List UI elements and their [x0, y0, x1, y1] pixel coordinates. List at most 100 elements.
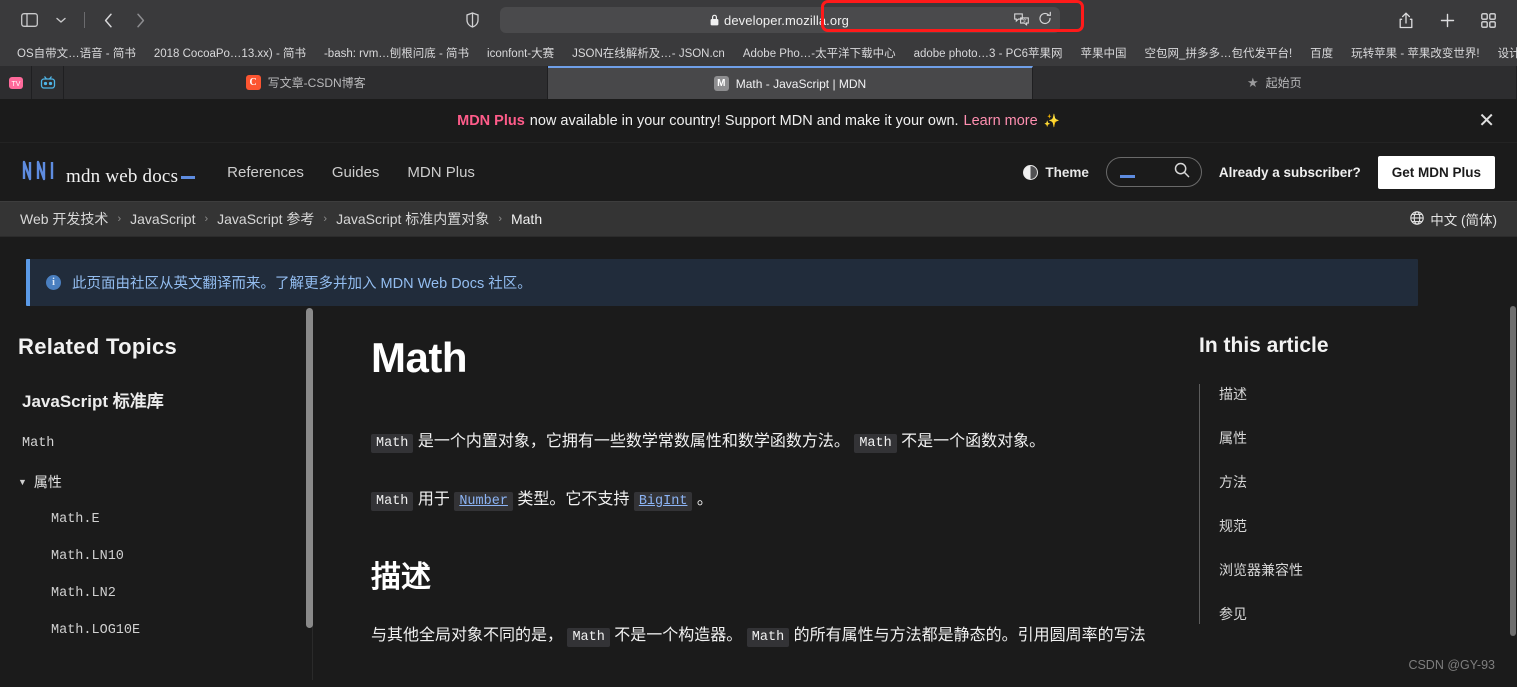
- paragraph-text: 的所有属性与方法都是静态的。引用圆周率的写法: [789, 627, 1146, 644]
- lock-icon: [710, 14, 719, 26]
- link-number[interactable]: Number: [454, 492, 513, 511]
- mdn-logo[interactable]: mdn web docs: [22, 159, 196, 186]
- breadcrumb-item-js-reference[interactable]: JavaScript 参考: [217, 209, 314, 229]
- breadcrumb-item-current: Math: [510, 211, 543, 227]
- bookmark-item[interactable]: 苹果中国: [1072, 43, 1136, 63]
- sidebar-group-label: 属性: [33, 474, 62, 490]
- nav-references[interactable]: References: [227, 164, 304, 181]
- tab-start-page[interactable]: ★ 起始页: [1032, 66, 1517, 99]
- logo-underscore: [181, 175, 196, 179]
- breadcrumb-bar: Web 开发技术 › JavaScript › JavaScript 参考 › …: [0, 201, 1517, 237]
- banner-learn-more-link[interactable]: Learn more: [964, 113, 1038, 129]
- sidebar-item-math-ln2[interactable]: Math.LN2: [51, 586, 312, 601]
- watermark: CSDN @GY-93: [1408, 658, 1495, 672]
- bookmark-item[interactable]: OS自带文…语音 - 简书: [8, 43, 145, 63]
- get-mdn-plus-button[interactable]: Get MDN Plus: [1377, 155, 1495, 189]
- translate-icon[interactable]: 文: [1013, 12, 1029, 28]
- bookmark-item[interactable]: 玩转苹果 - 苹果改变世界!: [1342, 43, 1488, 63]
- half-circle-icon: [1023, 164, 1039, 180]
- pinned-tab-1[interactable]: TV: [0, 66, 32, 99]
- paragraph-text: 不是一个函数对象。: [896, 433, 1046, 450]
- tab-grid-icon[interactable]: [1473, 7, 1503, 33]
- sidebar-item-math-ln10[interactable]: Math.LN10: [51, 549, 312, 564]
- svg-text:文: 文: [1022, 17, 1027, 24]
- sidebar-scrollbar[interactable]: [306, 308, 313, 628]
- toc-list: 描述 属性 方法 规范 浏览器兼容性 参见: [1199, 384, 1497, 624]
- toc-item-see-also[interactable]: 参见: [1219, 604, 1497, 624]
- mdn-plus-banner: MDN Plus now available in your country! …: [0, 99, 1517, 143]
- privacy-shield-icon[interactable]: [458, 7, 488, 33]
- subscriber-prompt: Already a subscriber?: [1218, 164, 1361, 180]
- toc-item-specifications[interactable]: 规范: [1219, 516, 1497, 536]
- tab-title: 写文章-CSDN博客: [267, 76, 366, 90]
- pinned-tab-2[interactable]: [32, 66, 64, 99]
- toc-item-description[interactable]: 描述: [1219, 384, 1497, 404]
- paragraph-text: 是一个内置对象，它拥有一些数学常数属性和数学函数方法。: [413, 433, 855, 450]
- close-icon[interactable]: ✕: [1478, 111, 1495, 131]
- page-content: Related Topics JavaScript 标准库 Math ▼ 属性 …: [0, 306, 1517, 680]
- sidebar-item-math-e[interactable]: Math.E: [51, 512, 312, 527]
- page-scrollbar[interactable]: [1510, 306, 1516, 636]
- nav-mdn-plus[interactable]: MDN Plus: [407, 164, 475, 181]
- toc-item-browser-compat[interactable]: 浏览器兼容性: [1219, 560, 1497, 580]
- sidebar-item-math-log10e[interactable]: Math.LOG10E: [51, 623, 312, 638]
- breadcrumb-item-web[interactable]: Web 开发技术: [20, 209, 108, 229]
- language-selector[interactable]: 中文 (简体): [1410, 209, 1497, 229]
- search-caret: [1119, 175, 1135, 178]
- share-icon[interactable]: [1391, 7, 1421, 33]
- toc-item-properties[interactable]: 属性: [1219, 428, 1497, 448]
- bookmark-item[interactable]: 2018 CocoaPo…13.xx) - 简书: [145, 43, 315, 63]
- breadcrumb-item-builtin-objects[interactable]: JavaScript 标准内置对象: [336, 209, 489, 229]
- bookmark-item[interactable]: -bash: rvm…刨根问底 - 简书: [315, 43, 478, 63]
- bookmark-item[interactable]: Adobe Pho…-太平洋下载中心: [734, 43, 905, 63]
- sidebar-group-properties[interactable]: ▼ 属性: [18, 472, 312, 492]
- info-icon: i: [46, 275, 61, 290]
- paragraph-text: 不是一个构造器。: [609, 627, 747, 644]
- sidebar-item-math[interactable]: Math: [22, 436, 312, 451]
- code-math: Math: [371, 434, 414, 453]
- notice-wrapper: i 此页面由社区从英文翻译而来。了解更多并加入 MDN Web Docs 社区。: [0, 237, 1517, 306]
- code-math: Math: [746, 628, 790, 647]
- link-bigint[interactable]: BigInt: [633, 492, 693, 511]
- chevron-down-icon[interactable]: [46, 7, 76, 33]
- bookmark-item[interactable]: 空包网_拼多多…包代发平台!: [1136, 43, 1302, 63]
- search-input[interactable]: [1105, 157, 1202, 187]
- sparkle-icon: ✨: [1043, 112, 1060, 128]
- tab-title: Math - JavaScript | MDN: [735, 76, 867, 91]
- site-header: mdn web docs References Guides MDN Plus …: [0, 143, 1517, 201]
- sidebar-icon[interactable]: [14, 7, 44, 33]
- article-paragraph-3: 与其他全局对象不同的是， Math 不是一个构造器。 Math 的所有属性与方法…: [371, 622, 1155, 650]
- csdn-favicon-icon: C: [245, 75, 261, 90]
- mdn-favicon-icon: M: [713, 76, 729, 91]
- header-actions: Theme Already a subscriber? Get MDN Plus: [1023, 155, 1495, 189]
- svg-text:TV: TV: [11, 81, 20, 88]
- related-topics-sidebar: Related Topics JavaScript 标准库 Math ▼ 属性 …: [0, 308, 313, 680]
- bookmark-item[interactable]: JSON在线解析及…- JSON.cn: [563, 43, 734, 63]
- chevron-right-icon: ›: [117, 213, 122, 225]
- back-chevron-icon[interactable]: [93, 7, 123, 33]
- breadcrumb-item-javascript[interactable]: JavaScript: [130, 211, 195, 227]
- tab-csdn[interactable]: C 写文章-CSDN博客: [64, 66, 549, 99]
- forward-chevron-icon[interactable]: [125, 7, 155, 33]
- address-bar[interactable]: developer.mozilla.org 文: [499, 7, 1060, 33]
- code-math: Math: [854, 434, 897, 453]
- section-heading-description: 描述: [371, 561, 431, 594]
- theme-toggle-button[interactable]: Theme: [1023, 164, 1089, 180]
- bookmark-item[interactable]: 百度: [1301, 43, 1342, 63]
- banner-text: now available in your country! Support M…: [529, 112, 959, 129]
- bookmark-item[interactable]: iconfont-大赛: [478, 43, 563, 63]
- tab-mdn-math[interactable]: M Math - JavaScript | MDN: [548, 66, 1033, 99]
- bookmarks-bar: OS自带文…语音 - 简书 2018 CocoaPo…13.xx) - 简书 -…: [0, 40, 1517, 66]
- reload-icon[interactable]: [1038, 11, 1052, 29]
- triangle-down-icon: ▼: [18, 477, 27, 487]
- code-math: Math: [371, 492, 414, 511]
- toc-item-methods[interactable]: 方法: [1219, 472, 1497, 492]
- banner-brand: MDN Plus: [457, 112, 525, 129]
- nav-guides[interactable]: Guides: [332, 164, 380, 181]
- bookmark-item[interactable]: adobe photo…3 - PC6苹果网: [905, 43, 1072, 63]
- address-bar-actions: 文: [1013, 11, 1052, 29]
- toolbar-center: developer.mozilla.org 文: [0, 0, 1517, 33]
- plus-icon[interactable]: [1432, 7, 1462, 33]
- tab-bar: TV C 写文章-CSDN博客 M Math - JavaScript | MD…: [0, 66, 1517, 99]
- bookmark-folder-design[interactable]: 设计⌄: [1489, 43, 1517, 63]
